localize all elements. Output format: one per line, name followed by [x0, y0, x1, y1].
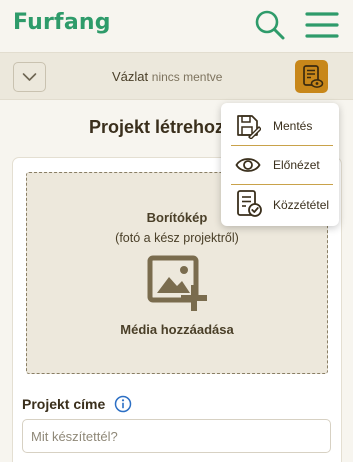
document-preview-icon	[303, 65, 324, 88]
document-actions-menu: Mentés Előnézet Közzététel	[221, 103, 339, 226]
menu-item-save-label: Mentés	[273, 119, 313, 133]
menu-item-publish-label: Közzététel	[273, 198, 330, 212]
chevron-down-icon	[22, 73, 37, 81]
hamburger-menu-button[interactable]	[305, 11, 339, 39]
draft-status-sub: nincs mentve	[151, 70, 223, 84]
app-logo[interactable]: Furfang	[13, 10, 111, 35]
top-bar: Furfang	[0, 0, 353, 52]
eye-icon	[235, 158, 261, 172]
menu-item-preview[interactable]: Előnézet	[221, 146, 339, 184]
draft-status-main: Vázlat	[112, 69, 149, 84]
publish-icon	[237, 190, 262, 217]
menu-item-publish[interactable]: Közzététel	[221, 185, 339, 223]
search-button[interactable]	[254, 9, 286, 41]
hamburger-menu-icon	[305, 12, 339, 38]
menu-item-save[interactable]: Mentés	[221, 107, 339, 145]
menu-item-preview-label: Előnézet	[273, 158, 320, 172]
draft-status-bar: Vázlat nincs mentve	[0, 52, 353, 100]
collapse-button[interactable]	[13, 62, 46, 92]
document-actions-button[interactable]	[295, 60, 328, 93]
search-icon	[255, 10, 285, 40]
add-image-icon	[147, 255, 207, 311]
draft-status: Vázlat nincs mentve	[112, 69, 222, 84]
project-title-input[interactable]	[22, 419, 331, 453]
add-media-label: Média hozzáadása	[120, 322, 234, 337]
info-icon[interactable]	[114, 395, 132, 413]
save-icon	[237, 115, 261, 139]
project-title-label: Projekt címe	[22, 396, 106, 412]
cover-subtitle: (fotó a kész projektről)	[115, 231, 239, 245]
